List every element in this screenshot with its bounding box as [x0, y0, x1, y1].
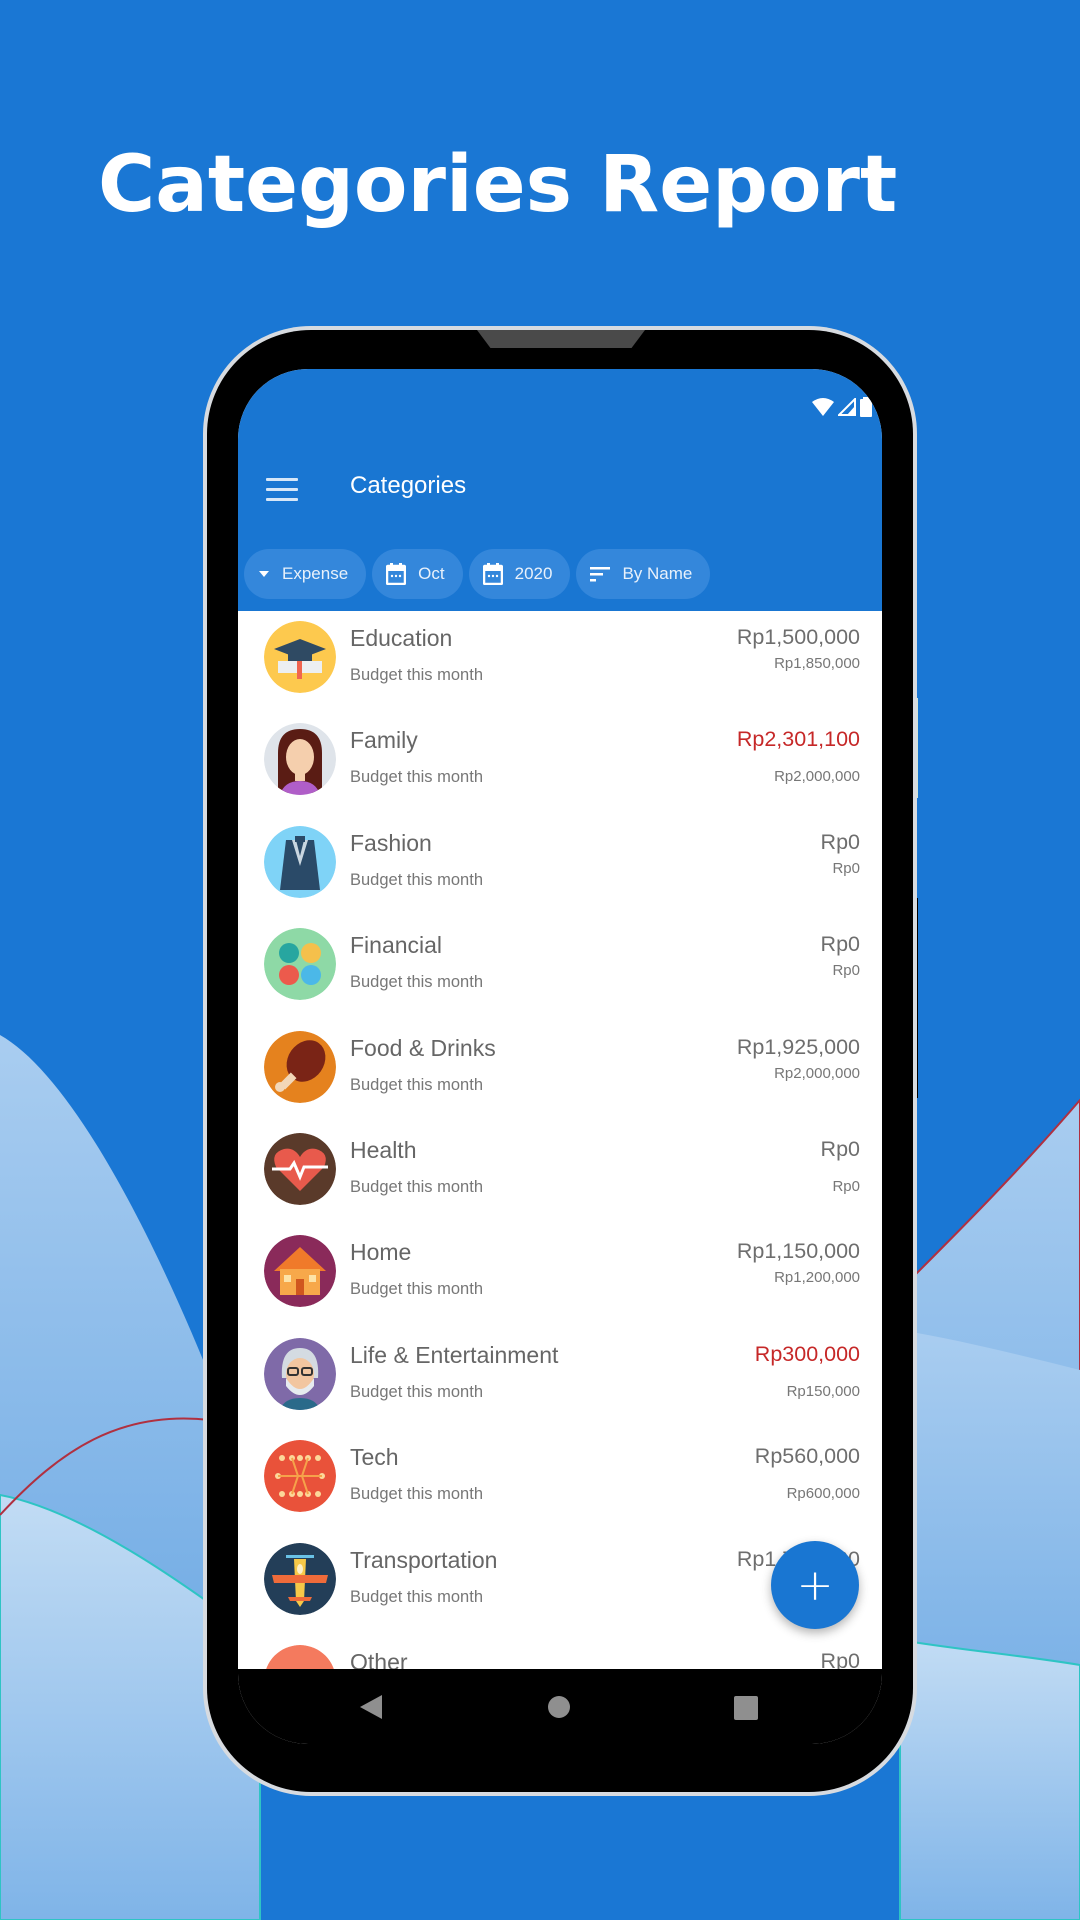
category-budget: Rp2,000,000: [774, 768, 860, 786]
old-man-avatar-icon: [264, 1337, 336, 1410]
category-subtitle: Budget this month: [350, 768, 483, 787]
category-row[interactable]: Financial Budget this month Rp0 Rp0: [238, 918, 882, 1020]
airplane-icon: [264, 1542, 336, 1615]
battery-icon: [860, 397, 872, 417]
category-row[interactable]: Family Budget this month Rp2,301,100 Rp2…: [238, 713, 882, 815]
filter-month-chip[interactable]: Oct: [372, 549, 463, 599]
category-subtitle: Budget this month: [350, 870, 483, 889]
heart-pulse-icon: [264, 1132, 336, 1205]
phone-volume-button: [913, 898, 918, 1098]
plus-icon: +: [796, 1559, 834, 1611]
category-spent: Rp300,000: [754, 1341, 860, 1366]
category-budget: Rp2,000,000: [774, 1064, 860, 1082]
category-name: Transportation: [350, 1546, 498, 1573]
filter-chips: Expense Oct 2020 By Name: [244, 549, 711, 599]
category-spent: Rp0: [820, 1136, 860, 1161]
category-row[interactable]: Health Budget this month Rp0 Rp0: [238, 1123, 882, 1225]
add-category-button[interactable]: +: [771, 1541, 859, 1629]
wifi-icon: [812, 398, 834, 416]
menu-button[interactable]: [266, 478, 298, 502]
category-subtitle: Budget this month: [350, 1075, 483, 1094]
category-name: Tech: [350, 1444, 399, 1471]
sort-icon: [590, 567, 611, 582]
system-nav-bar: [238, 1669, 882, 1744]
filter-month-label: Oct: [418, 564, 445, 583]
app-bar: Categories Expense Oct 2020 By Name: [238, 369, 882, 611]
category-budget: Rp0: [832, 962, 860, 980]
circuit-icon: [264, 1440, 336, 1513]
app-title: Categories: [350, 472, 467, 499]
category-subtitle: Budget this month: [350, 1382, 483, 1401]
filter-type-label: Expense: [282, 564, 349, 583]
phone-speaker-notch: [477, 330, 645, 348]
category-subtitle: Budget this month: [350, 1587, 483, 1606]
woman-avatar-icon: [264, 723, 336, 796]
filter-year-chip[interactable]: 2020: [468, 549, 571, 599]
category-row[interactable]: Education Budget this month Rp1,500,000 …: [238, 611, 882, 713]
phone-screen: Categories Expense Oct 2020 By Name Educ…: [238, 369, 882, 1744]
nav-home-button[interactable]: [548, 1696, 570, 1718]
suit-jacket-icon: [264, 825, 336, 898]
category-row[interactable]: Food & Drinks Budget this month Rp1,925,…: [238, 1021, 882, 1123]
category-subtitle: Budget this month: [350, 973, 483, 992]
category-budget: Rp1,200,000: [774, 1269, 860, 1287]
category-subtitle: Budget this month: [350, 666, 483, 684]
category-spent: Rp0: [820, 932, 860, 957]
category-budget: Rp1,850,000: [774, 655, 860, 672]
category-subtitle: Budget this month: [350, 1177, 483, 1196]
category-name: Home: [350, 1239, 412, 1266]
house-icon: [264, 1235, 336, 1308]
nav-back-button[interactable]: [360, 1695, 382, 1719]
nav-recents-button[interactable]: [734, 1696, 758, 1720]
category-name: Family: [350, 727, 418, 754]
status-bar: [812, 397, 872, 417]
sort-label: By Name: [622, 564, 693, 583]
drumstick-icon: [264, 1030, 336, 1103]
category-row[interactable]: Home Budget this month Rp1,150,000 Rp1,2…: [238, 1225, 882, 1327]
category-row[interactable]: Life & Entertainment Budget this month R…: [238, 1328, 882, 1430]
category-row[interactable]: Tech Budget this month Rp560,000 Rp600,0…: [238, 1430, 882, 1532]
category-spent: Rp1,500,000: [736, 625, 860, 649]
category-subtitle: Budget this month: [350, 1485, 483, 1504]
category-name: Fashion: [350, 829, 432, 856]
category-spent: Rp2,301,100: [736, 727, 860, 752]
sort-chip[interactable]: By Name: [576, 549, 711, 599]
category-name: Life & Entertainment: [350, 1341, 559, 1368]
category-name: Education: [350, 625, 453, 651]
dropdown-arrow-icon: [259, 571, 269, 577]
signal-icon: [838, 398, 856, 416]
category-spent: Rp560,000: [754, 1444, 860, 1469]
category-budget: Rp600,000: [786, 1485, 860, 1503]
category-name: Financial: [350, 932, 443, 959]
category-subtitle: Budget this month: [350, 1280, 483, 1299]
category-row[interactable]: Fashion Budget this month Rp0 Rp0: [238, 816, 882, 918]
phone-frame: Categories Expense Oct 2020 By Name Educ…: [207, 330, 913, 1792]
category-name: Health: [350, 1136, 417, 1163]
category-budget: Rp0: [832, 859, 860, 877]
category-budget: Rp150,000: [786, 1382, 860, 1400]
currency-coins-icon: [264, 928, 336, 1001]
category-spent: Rp0: [820, 829, 860, 854]
filter-type-chip[interactable]: Expense: [244, 549, 367, 599]
category-spent: Rp1,925,000: [736, 1034, 860, 1059]
category-name: Food & Drinks: [350, 1034, 496, 1061]
phone-power-button: [913, 698, 918, 798]
filter-year-label: 2020: [514, 564, 553, 583]
category-budget: Rp0: [832, 1177, 860, 1195]
graduation-cap-icon: [264, 621, 336, 693]
calendar-icon: [482, 563, 503, 585]
page-headline: Categories Report: [98, 140, 898, 230]
calendar-icon: [386, 563, 407, 585]
hamburger-icon: [266, 478, 298, 481]
category-spent: Rp1,150,000: [736, 1239, 860, 1264]
